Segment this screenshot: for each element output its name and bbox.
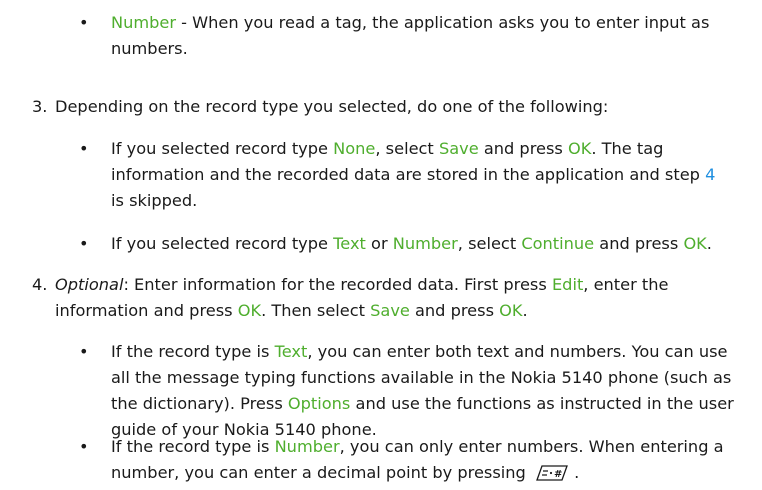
term-text: Text — [333, 234, 366, 253]
bullet-text: If you selected record type None, select… — [111, 136, 731, 214]
text-run: and press — [594, 234, 684, 253]
term-none: None — [333, 139, 376, 158]
text-run: is skipped. — [111, 191, 198, 210]
term-number: Number — [274, 437, 340, 456]
bullet-text: If you selected record type Text or Numb… — [111, 231, 751, 257]
term-ok: OK — [567, 139, 592, 158]
term-continue: Continue — [521, 234, 595, 253]
term-ok: OK — [683, 234, 707, 253]
bullet-dot: • — [79, 342, 89, 361]
bullet-dot: • — [79, 234, 89, 253]
term-options: Options — [287, 394, 351, 413]
text-run: and press — [409, 301, 500, 320]
text-run: or — [365, 234, 393, 253]
text-run: : Enter information for the recorded dat… — [123, 275, 552, 294]
hash-key-icon: # — [533, 464, 569, 482]
step-number: 3. — [32, 97, 48, 116]
term-ok: OK — [237, 301, 262, 320]
bullet-text: If the record type is Number, you can on… — [111, 434, 741, 486]
term-text: Text — [274, 342, 308, 361]
bullet-text: Number - When you read a tag, the applic… — [111, 10, 731, 62]
text-run: , select — [457, 234, 522, 253]
text-run: , select — [375, 139, 439, 158]
bullet-dot: • — [79, 437, 89, 456]
term-save: Save — [370, 301, 410, 320]
step-4-text: Optional: Enter information for the reco… — [55, 272, 715, 324]
bullet-dot: • — [79, 13, 89, 32]
text-run: . — [568, 463, 580, 482]
step-number: 4. — [32, 275, 48, 294]
text-run: . — [522, 301, 528, 320]
text-run: and press — [478, 139, 568, 158]
bullet-number-desc: - When you read a tag, the application a… — [111, 13, 710, 58]
term-save: Save — [438, 139, 479, 158]
text-run: . — [706, 234, 712, 253]
bullet-dot: • — [79, 139, 89, 158]
svg-text:#: # — [554, 469, 562, 480]
text-run: If you selected record type — [111, 139, 334, 158]
text-run: If the record type is — [111, 342, 275, 361]
step-4-link[interactable]: 4 — [705, 165, 715, 184]
bullet-text: If the record type is Text, you can ente… — [111, 339, 741, 443]
text-run: . Then select — [261, 301, 371, 320]
step-3-text: Depending on the record type you selecte… — [55, 97, 609, 116]
term-ok: OK — [499, 301, 523, 320]
text-run: If you selected record type — [111, 234, 334, 253]
term-number: Number — [111, 13, 177, 32]
term-number: Number — [392, 234, 458, 253]
optional-label: Optional — [55, 275, 124, 294]
term-edit: Edit — [551, 275, 584, 294]
text-run: If the record type is — [111, 437, 275, 456]
